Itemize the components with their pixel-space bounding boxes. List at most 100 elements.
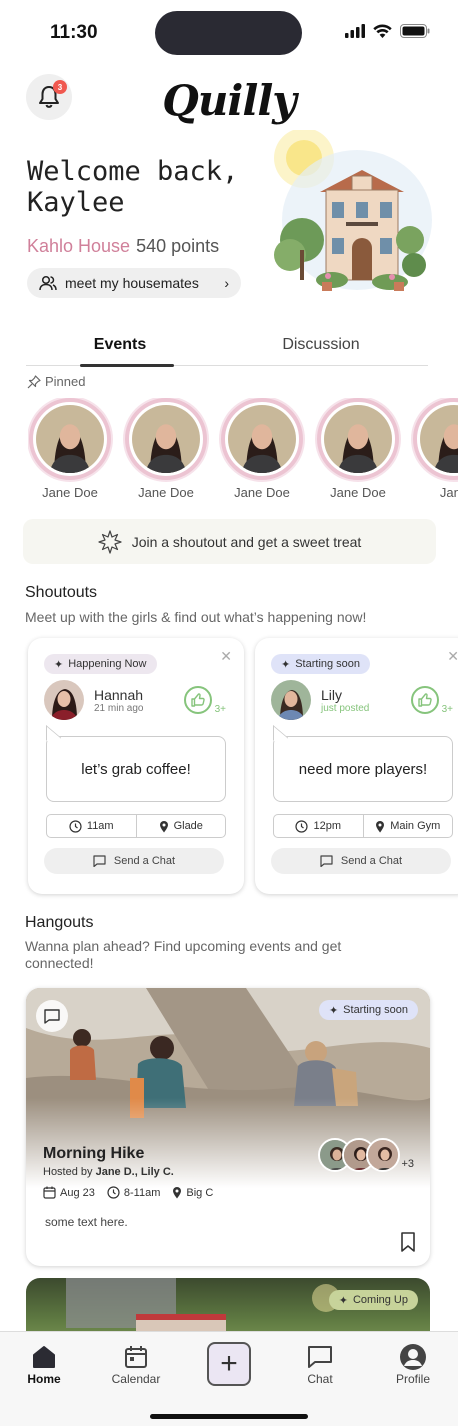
clock-icon — [69, 819, 82, 833]
hangout-location: Big C — [172, 1186, 213, 1199]
bookmark-button[interactable] — [400, 1232, 416, 1257]
meetup-location-label: Glade — [173, 820, 203, 832]
nav-home[interactable]: Home — [9, 1342, 79, 1386]
profile-icon — [400, 1344, 426, 1370]
meetup-details: 12pm Main Gym — [273, 814, 453, 838]
avatar — [324, 405, 392, 473]
pinned-name: Jane Doe — [330, 485, 386, 500]
send-chat-label: Send a Chat — [340, 855, 403, 867]
join-shoutout-banner[interactable]: Join a shoutout and get a sweet treat — [23, 519, 436, 564]
location-pin-icon — [159, 820, 168, 832]
nav-chat-label: Chat — [307, 1372, 333, 1386]
welcome-heading: Welcome back, Kaylee — [27, 156, 239, 218]
attendee-more-count: +3 — [401, 1158, 414, 1170]
thumbs-up-icon — [418, 693, 432, 707]
shoutout-card[interactable]: ✦ Starting soon ✕ Lily just posted 3+ nee… — [255, 638, 458, 894]
calendar-icon — [43, 1186, 56, 1199]
meet-housemates-button[interactable]: meet my housemates › — [27, 268, 241, 298]
poster-name: Hannah — [94, 686, 144, 703]
people-icon — [39, 275, 57, 291]
send-chat-label: Send a Chat — [113, 855, 176, 867]
house-illustration — [274, 130, 432, 291]
avatar — [271, 680, 311, 720]
send-chat-button[interactable]: Send a Chat — [44, 848, 224, 874]
close-icon[interactable]: ✕ — [447, 648, 458, 665]
meetup-time-label: 11am — [86, 820, 114, 832]
nav-chat[interactable]: Chat — [285, 1342, 355, 1386]
status-label: Starting soon — [343, 1004, 408, 1016]
nav-home-label: Home — [27, 1372, 61, 1386]
bottom-nav: Home Calendar + Chat Profile — [0, 1331, 458, 1426]
tab-discussion[interactable]: Discussion — [214, 330, 428, 365]
like-button[interactable] — [411, 686, 439, 714]
status-label: Happening Now — [68, 658, 147, 670]
status-badge: ✦ Happening Now — [44, 654, 157, 674]
clock-icon — [107, 1186, 120, 1199]
sparkle-icon: ✦ — [281, 658, 291, 671]
status-label: Starting soon — [295, 658, 361, 670]
content-tabs: Events Discussion — [26, 330, 428, 367]
status-badge: ✦ Coming Up — [328, 1290, 418, 1310]
location-pin-icon — [173, 1187, 182, 1199]
hangout-title: Morning Hike — [43, 1145, 145, 1162]
location-pin-icon — [376, 820, 385, 832]
house-name[interactable]: Kahlo House — [27, 236, 130, 256]
hangout-chat-button[interactable] — [36, 1000, 68, 1032]
pinned-avatars: Jane Doe Jane Doe Jane Doe Jane Doe Jane — [28, 398, 458, 508]
pinned-person[interactable]: Jane Doe — [28, 398, 112, 500]
hangouts-title: Hangouts — [25, 914, 94, 931]
avatar — [44, 680, 84, 720]
hangout-card[interactable]: ✦ Starting soon +3 Morning Hike Hosted by… — [26, 988, 430, 1266]
chat-bubble-icon — [308, 1346, 332, 1368]
nav-profile[interactable]: Profile — [378, 1342, 448, 1386]
points-count: 540 points — [136, 236, 220, 256]
avatar — [366, 1138, 400, 1172]
shoutout-card[interactable]: ✦ Happening Now ✕ Hannah 21 min ago 3+ le… — [28, 638, 244, 894]
like-button[interactable] — [184, 686, 212, 714]
close-icon[interactable]: ✕ — [220, 648, 232, 665]
nav-calendar[interactable]: Calendar — [101, 1342, 171, 1386]
status-icons — [345, 24, 430, 38]
hangouts-subtitle: Wanna plan ahead? Find upcoming events a… — [25, 938, 342, 971]
like-count: 3+ — [214, 704, 226, 715]
meet-housemates-label: meet my housemates — [65, 275, 199, 291]
attendee-avatars[interactable] — [318, 1138, 400, 1172]
nav-calendar-label: Calendar — [111, 1372, 161, 1386]
pinned-person[interactable]: Jane Doe — [124, 398, 208, 500]
chevron-right-icon: › — [224, 275, 229, 291]
signal-icon — [345, 24, 365, 38]
avatar — [36, 405, 104, 473]
hangout-time-label: 8-11am — [123, 1186, 161, 1199]
pinned-person[interactable]: Jane Doe — [316, 398, 400, 500]
create-button[interactable]: + — [207, 1342, 251, 1386]
calendar-icon — [125, 1346, 147, 1368]
burst-icon — [98, 529, 122, 554]
hangout-date: Aug 23 — [43, 1186, 95, 1199]
chat-bubble-icon — [44, 1008, 60, 1024]
home-icon — [33, 1346, 55, 1368]
meetup-location: Glade — [135, 815, 226, 837]
send-chat-button[interactable]: Send a Chat — [271, 848, 451, 874]
tab-events[interactable]: Events — [26, 330, 214, 367]
sparkle-icon: ✦ — [328, 1004, 339, 1017]
hangout-date-label: Aug 23 — [60, 1186, 95, 1199]
poster: Lily just posted — [271, 680, 369, 720]
shoutouts-subtitle: Meet up with the girls & find out what’s… — [25, 609, 367, 625]
wifi-icon — [373, 24, 392, 38]
pinned-person[interactable]: Jane — [412, 398, 458, 500]
pin-icon — [27, 374, 41, 388]
avatar — [420, 405, 458, 473]
chat-bubble-icon — [93, 855, 106, 867]
pinned-name: Jane Doe — [138, 485, 194, 500]
pinned-name: Jane Doe — [234, 485, 290, 500]
shoutout-message: need more players! — [273, 736, 453, 802]
status-badge: ✦ Starting soon — [318, 1000, 418, 1020]
join-banner-text: Join a shoutout and get a sweet treat — [131, 533, 362, 550]
sparkle-icon: ✦ — [54, 658, 64, 671]
hangout-time: 8-11am — [107, 1186, 160, 1199]
status-bar: 11:30 — [0, 0, 458, 64]
meetup-time: 11am — [47, 815, 136, 837]
poster: Hannah 21 min ago — [44, 680, 143, 720]
pinned-person[interactable]: Jane Doe — [220, 398, 304, 500]
meetup-location-label: Main Gym — [390, 820, 441, 832]
